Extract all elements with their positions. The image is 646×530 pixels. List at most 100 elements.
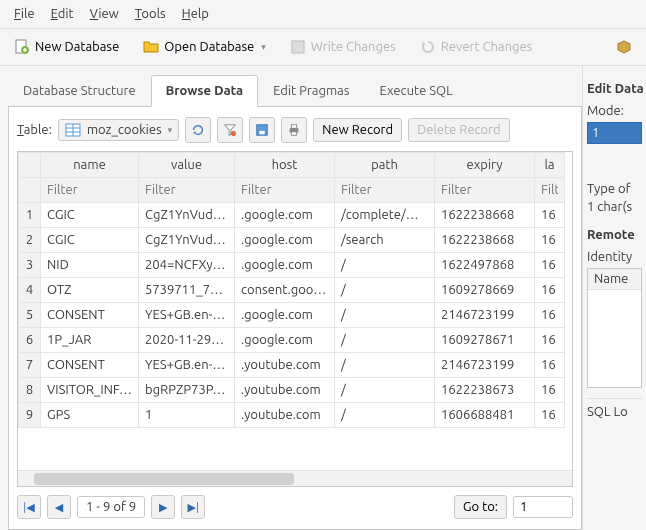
cell-expiry[interactable]: 1606688481 [435,403,535,428]
new-record-button[interactable]: New Record [313,118,402,142]
table-row[interactable]: 5CONSENTYES+GB.en-….google.com/214672319… [19,303,565,328]
cell-la[interactable]: 16 [535,278,565,303]
cell-expiry[interactable]: 1622238673 [435,378,535,403]
cell-host[interactable]: .youtube.com [235,353,335,378]
header-name[interactable]: name [41,153,139,178]
cell-la[interactable]: 16 [535,253,565,278]
table-row[interactable]: 61P_JAR2020-11-29….google.com/1609278671… [19,328,565,353]
refresh-button[interactable] [185,117,211,143]
cell-path[interactable]: / [335,253,435,278]
cell-path[interactable]: / [335,353,435,378]
cell-la[interactable]: 16 [535,353,565,378]
cell-path[interactable]: /search [335,228,435,253]
cell-host[interactable]: .google.com [235,328,335,353]
tab-browse-data[interactable]: Browse Data [151,75,258,107]
cell-host[interactable]: consent.goo… [235,278,335,303]
print-button[interactable] [281,117,307,143]
cell-name[interactable]: VISITOR_INF… [41,378,139,403]
cell-name[interactable]: CGIC [41,228,139,253]
first-page-button[interactable]: |◀ [17,495,41,519]
toolbar-overflow-button[interactable] [610,35,638,59]
goto-button[interactable]: Go to: [454,495,507,519]
menu-edit[interactable]: Edit [43,3,82,25]
cell-expiry[interactable]: 1622238668 [435,203,535,228]
table-select[interactable]: moz_cookies ▾ [58,119,179,141]
tab-database-structure[interactable]: Database Structure [8,75,151,107]
table-row[interactable]: 2CGICCgZ1YnVud….google.com/search1622238… [19,228,565,253]
tab-edit-pragmas[interactable]: Edit Pragmas [258,75,364,107]
filter-expiry[interactable] [441,183,528,197]
header-host[interactable]: host [235,153,335,178]
menu-view[interactable]: View [82,3,127,25]
cell-value[interactable]: 1 [139,403,235,428]
table-row[interactable]: 3NID204=NCFXy….google.com/162249786816 [19,253,565,278]
new-database-button[interactable]: New Database [8,35,125,59]
cell-value[interactable]: 204=NCFXy… [139,253,235,278]
cell-host[interactable]: .google.com [235,203,335,228]
table-row[interactable]: 7CONSENTYES+GB.en-….youtube.com/21467231… [19,353,565,378]
cell-expiry[interactable]: 1622497868 [435,253,535,278]
last-page-button[interactable]: ▶| [181,495,205,519]
menu-tools[interactable]: Tools [127,3,174,25]
horizontal-scrollbar[interactable] [18,470,572,486]
cell-host[interactable]: .google.com [235,253,335,278]
save-table-button[interactable] [249,117,275,143]
cell-value[interactable]: bgRPZP73P… [139,378,235,403]
cell-name[interactable]: CONSENT [41,353,139,378]
menu-file[interactable]: File [6,3,43,25]
cell-path[interactable]: / [335,303,435,328]
cell-la[interactable]: 16 [535,378,565,403]
menu-help[interactable]: Help [174,3,217,25]
cell-name[interactable]: GPS [41,403,139,428]
cell-expiry[interactable]: 2146723199 [435,353,535,378]
cell-value[interactable]: 2020-11-29… [139,328,235,353]
open-database-button[interactable]: Open Database ▾ [137,35,272,59]
header-value[interactable]: value [139,153,235,178]
cell-name[interactable]: CGIC [41,203,139,228]
cell-path[interactable]: /complete/… [335,203,435,228]
cell-value[interactable]: YES+GB.en-… [139,353,235,378]
header-expiry[interactable]: expiry [435,153,535,178]
cell-host[interactable]: .youtube.com [235,378,335,403]
cell-path[interactable]: / [335,378,435,403]
table-row[interactable]: 8VISITOR_INF…bgRPZP73P….youtube.com/1622… [19,378,565,403]
clear-filter-button[interactable] [217,117,243,143]
cell-name[interactable]: CONSENT [41,303,139,328]
filter-host[interactable] [241,183,328,197]
cell-la[interactable]: 16 [535,328,565,353]
cell-name[interactable]: OTZ [41,278,139,303]
table-row[interactable]: 9GPS1.youtube.com/160668848116 [19,403,565,428]
goto-input[interactable] [513,496,573,518]
cell-la[interactable]: 16 [535,228,565,253]
table-row[interactable]: 4OTZ5739711_7…consent.goo…/160927866916 [19,278,565,303]
filter-path[interactable] [341,183,428,197]
cell-name[interactable]: NID [41,253,139,278]
cell-host[interactable]: .google.com [235,228,335,253]
cell-la[interactable]: 16 [535,403,565,428]
identity-list[interactable]: Name [587,268,642,388]
cell-name[interactable]: 1P_JAR [41,328,139,353]
cell-value[interactable]: YES+GB.en-… [139,303,235,328]
cell-path[interactable]: / [335,328,435,353]
tab-execute-sql[interactable]: Execute SQL [365,75,468,107]
table-row[interactable]: 1CGICCgZ1YnVud….google.com/complete/…162… [19,203,565,228]
next-page-button[interactable]: ▶ [151,495,175,519]
cell-la[interactable]: 16 [535,303,565,328]
cell-path[interactable]: / [335,403,435,428]
cell-expiry[interactable]: 1609278669 [435,278,535,303]
header-la[interactable]: la [535,153,565,178]
header-path[interactable]: path [335,153,435,178]
filter-value[interactable] [145,183,228,197]
cell-host[interactable]: .google.com [235,303,335,328]
cell-value[interactable]: 5739711_7… [139,278,235,303]
cell-editor[interactable] [587,122,642,144]
cell-path[interactable]: / [335,278,435,303]
cell-expiry[interactable]: 1609278671 [435,328,535,353]
cell-la[interactable]: 16 [535,203,565,228]
cell-value[interactable]: CgZ1YnVud… [139,203,235,228]
cell-value[interactable]: CgZ1YnVud… [139,228,235,253]
filter-la[interactable] [541,183,558,197]
prev-page-button[interactable]: ◀ [47,495,71,519]
cell-host[interactable]: .youtube.com [235,403,335,428]
cell-expiry[interactable]: 1622238668 [435,228,535,253]
